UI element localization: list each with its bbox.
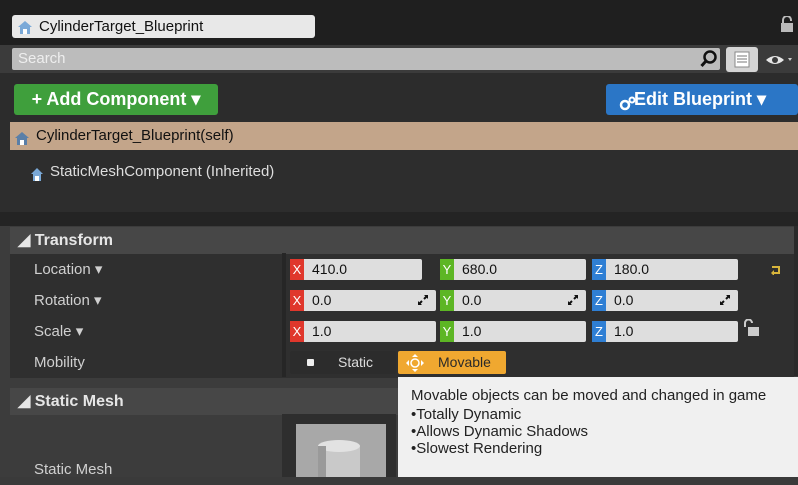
splitter-grip (380, 217, 420, 230)
location-y-axis: Y (440, 259, 454, 280)
lock-icon[interactable] (780, 15, 794, 32)
blueprint-icon (17, 19, 33, 42)
mobility-movable-label: Movable (438, 354, 491, 370)
add-component-button[interactable]: + Add Component ▾ (14, 84, 218, 115)
blueprint-icon (14, 128, 30, 156)
rotation-x-value: 0.0 (312, 292, 332, 308)
location-y-field[interactable]: 680.0 (454, 259, 586, 280)
component-child-row[interactable]: StaticMeshComponent (Inherited) (30, 158, 274, 186)
mobility-tooltip: Movable objects can be moved and changed… (398, 377, 798, 477)
edit-blueprint-button[interactable]: Edit Blueprint ▾ (606, 84, 798, 115)
spinner-arrows-icon[interactable] (418, 295, 428, 305)
details-scrollbar[interactable] (794, 226, 798, 376)
rotation-x-axis: X (290, 290, 304, 311)
tooltip-bullet: Slowest Rendering (411, 440, 798, 457)
search-placeholder: Search (18, 50, 66, 67)
rotation-x-field[interactable]: 0.0 (304, 290, 436, 311)
static-mesh-label: Static Mesh (34, 461, 113, 478)
mobility-movable-option[interactable]: Movable (398, 351, 506, 374)
location-z-axis: Z (592, 259, 606, 280)
spinner-arrows-icon[interactable] (568, 295, 578, 305)
component-child-label: StaticMeshComponent (Inherited) (50, 163, 275, 180)
move-arrows-icon (406, 354, 424, 379)
edit-blueprint-label: Edit Blueprint ▾ (634, 89, 767, 109)
search-input[interactable]: Search (12, 48, 720, 70)
rotation-y-axis: Y (440, 290, 454, 311)
transform-category-header[interactable]: ◢ Transform (10, 227, 794, 254)
list-view-button[interactable] (726, 47, 758, 72)
scale-z-axis: Z (592, 321, 606, 342)
tooltip-bullet: Totally Dynamic (411, 406, 798, 423)
reset-arrow-icon[interactable] (770, 263, 782, 278)
location-x-field[interactable]: 410.0 (304, 259, 422, 280)
blueprint-name: CylinderTarget_Blueprint (39, 18, 204, 35)
rotation-z-field[interactable]: 0.0 (606, 290, 738, 311)
search-icon[interactable] (700, 50, 718, 68)
spinner-arrows-icon[interactable] (720, 295, 730, 305)
rotation-y-value: 0.0 (462, 292, 482, 308)
mobility-static-option[interactable]: Static (290, 351, 396, 374)
scale-x-field[interactable]: 1.0 (304, 321, 436, 342)
component-root-label: CylinderTarget_Blueprint(self) (36, 127, 234, 144)
blueprint-name-field[interactable]: CylinderTarget_Blueprint (12, 15, 315, 38)
column-divider[interactable] (282, 253, 286, 377)
tooltip-bullets: Totally Dynamic Allows Dynamic Shadows S… (411, 406, 798, 457)
static-icon (307, 359, 314, 366)
scale-label[interactable]: Scale ▾ (34, 316, 83, 347)
eye-icon[interactable] (764, 52, 794, 68)
static-mesh-category-header[interactable]: ◢ Static Mesh (10, 388, 398, 415)
rotation-label[interactable]: Rotation ▾ (34, 285, 102, 316)
tooltip-text: Movable objects can be moved and changed… (411, 387, 767, 404)
gear-icon (619, 91, 637, 122)
scale-y-axis: Y (440, 321, 454, 342)
mobility-label: Mobility (34, 354, 85, 371)
location-label[interactable]: Location ▾ (34, 254, 102, 285)
cylinder-mesh-preview (296, 424, 386, 477)
rotation-y-field[interactable]: 0.0 (454, 290, 586, 311)
mobility-static-label: Static (338, 354, 374, 370)
list-view-icon (734, 51, 750, 68)
mesh-thumbnail[interactable] (296, 424, 386, 477)
blueprint-icon (30, 164, 44, 192)
scale-z-field[interactable]: 1.0 (606, 321, 738, 342)
lock-icon[interactable] (742, 318, 760, 342)
location-z-field[interactable]: 180.0 (606, 259, 738, 280)
rotation-z-axis: Z (592, 290, 606, 311)
component-root-row[interactable]: CylinderTarget_Blueprint(self) (10, 122, 798, 150)
rotation-z-value: 0.0 (614, 292, 634, 308)
location-x-axis: X (290, 259, 304, 280)
tooltip-bullet: Allows Dynamic Shadows (411, 423, 798, 440)
scale-y-field[interactable]: 1.0 (454, 321, 586, 342)
scale-x-axis: X (290, 321, 304, 342)
